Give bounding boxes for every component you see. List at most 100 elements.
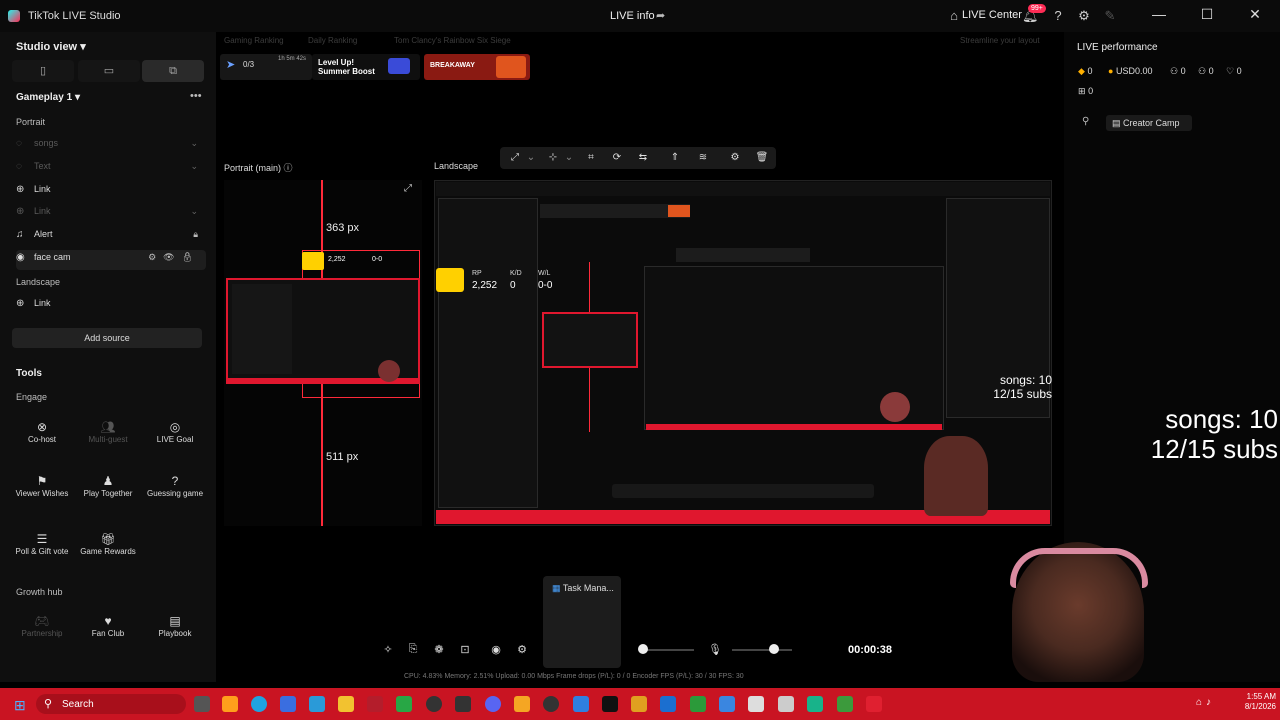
app-icon[interactable] [778, 696, 794, 712]
mic-volume-knob[interactable] [769, 644, 779, 654]
crop-icon[interactable]: ⌗ [584, 152, 598, 163]
scene-dropdown[interactable]: Gameplay 1 ▾ [16, 92, 80, 103]
add-source-button[interactable]: Add source [12, 328, 202, 348]
tool-play-together[interactable]: ♟ Play Together [78, 475, 138, 499]
view-portrait-button[interactable]: ▯ [12, 60, 74, 82]
share-icon[interactable]: ➦ [656, 9, 665, 22]
edge-icon[interactable] [251, 696, 267, 712]
layers-icon[interactable]: ≋ [696, 152, 710, 163]
taskbar-search[interactable] [36, 694, 186, 714]
chevron-down-icon[interactable]: ⌄ [190, 161, 198, 172]
live-info-title[interactable]: LIVE info [610, 10, 655, 22]
layer-up-icon[interactable]: ⇑ [668, 152, 682, 163]
source-link[interactable]: ⊕ Link [16, 184, 206, 204]
microphone-icon[interactable]: 🎙︎ [706, 643, 724, 656]
source-tools[interactable]: ⚙👁︎🔒︎ [148, 252, 200, 263]
tool-partnership[interactable]: 🎮︎ Partnership [12, 615, 72, 639]
mic-volume-slider[interactable] [732, 649, 792, 651]
category-game[interactable]: Tom Clancy's Rainbow Six Siege [394, 36, 511, 45]
adobe-icon[interactable] [367, 696, 383, 712]
brave-icon[interactable] [514, 696, 530, 712]
gear-icon[interactable]: ⚙ [1076, 8, 1092, 24]
windows-start-icon[interactable]: ⊞ [14, 697, 26, 714]
speaker-volume-knob[interactable] [638, 644, 648, 654]
settings-icon[interactable]: ⚙ [513, 643, 531, 656]
chevron-down-icon[interactable]: ⌄ [190, 206, 198, 217]
category-gaming-ranking[interactable]: Gaming Ranking [224, 36, 284, 45]
task-manager-title[interactable]: ▦ Task Mana... [552, 583, 614, 594]
chevron-down-icon: ▾ [80, 41, 86, 53]
tool-fan-club[interactable]: ♥ Fan Club [78, 615, 138, 639]
close-button[interactable]: ✕ [1240, 6, 1270, 23]
system-tray-icons[interactable]: ⌂♪ [1196, 697, 1215, 708]
app-icon[interactable] [660, 696, 676, 712]
record-icon[interactable]: ◉ [487, 643, 505, 656]
align-icon[interactable]: ⊹ [546, 152, 560, 163]
app-icon[interactable] [807, 696, 823, 712]
tool-guessing-game[interactable]: ? Guessing game [145, 475, 205, 499]
notepad-icon[interactable] [748, 696, 764, 712]
tool-game-rewards[interactable]: 🎁︎ Game Rewards [78, 533, 138, 557]
creator-camp-button[interactable]: ▤ Creator Camp [1106, 115, 1192, 131]
streamline-layout-link[interactable]: Streamline your layout [960, 36, 1040, 45]
app-icon[interactable] [426, 696, 442, 712]
trash-icon[interactable]: 🗑︎ [755, 152, 769, 163]
chrome-icon[interactable] [222, 696, 238, 712]
maximize-button[interactable]: ☐ [1192, 6, 1222, 23]
app-icon[interactable] [631, 696, 647, 712]
app-icon[interactable] [719, 696, 735, 712]
app-icon[interactable] [866, 696, 882, 712]
scene-label: Gameplay 1 [16, 92, 73, 103]
person-icon[interactable]: ⚲ [1082, 116, 1089, 127]
view-dual-button[interactable]: ⧉ [142, 60, 204, 82]
tool-poll[interactable]: ☰ Poll & Gift vote [12, 533, 72, 557]
magic-wand-icon[interactable]: ✧ [379, 643, 397, 656]
source-alert[interactable]: ♫ Alert 🔒︎ [16, 229, 206, 249]
minimize-button[interactable]: — [1144, 6, 1174, 22]
vs-code-icon[interactable] [280, 696, 296, 712]
screenshot-icon[interactable]: ⊡ [456, 643, 474, 656]
category-daily-ranking[interactable]: Daily Ranking [308, 36, 357, 45]
source-songs[interactable]: ◌ songs ⌄ [16, 138, 206, 158]
app-icon[interactable] [309, 696, 325, 712]
chevron-down-icon[interactable]: ⌄ [524, 152, 538, 163]
task-manager-taskbar-icon[interactable] [573, 696, 589, 712]
live-center-button[interactable]: LIVE Center [962, 9, 1022, 21]
studio-view-dropdown[interactable]: Studio view ▾ [16, 40, 86, 53]
task-view-icon[interactable] [194, 696, 210, 712]
rotate-icon[interactable]: ⟳ [610, 152, 624, 163]
nvidia-icon[interactable] [690, 696, 706, 712]
view-landscape-button[interactable]: ▭ [78, 60, 140, 82]
help-icon[interactable]: ? [1050, 8, 1066, 23]
obs-icon[interactable] [543, 696, 559, 712]
tool-live-goal[interactable]: ◎ LIVE Goal [145, 421, 205, 445]
tool-co-host[interactable]: ⊗ Co-host [12, 421, 72, 445]
taskbar-clock[interactable]: 1:55 AM 8/1/2026 [1232, 692, 1276, 712]
tool-playbook[interactable]: ▤ Playbook [145, 615, 205, 639]
excel-icon[interactable] [396, 696, 412, 712]
flip-icon[interactable]: ⇆ [636, 152, 650, 163]
discord-icon[interactable] [485, 696, 501, 712]
tool-viewer-wishes[interactable]: ⚑ Viewer Wishes [12, 475, 72, 499]
source-text[interactable]: ◌ Text ⌄ [16, 161, 206, 181]
fit-icon[interactable]: ⤢ [508, 152, 522, 163]
tiktok-icon[interactable] [602, 696, 618, 712]
speaker-volume-slider[interactable] [642, 649, 694, 651]
home-icon[interactable]: ⌂ [946, 8, 962, 23]
source-landscape-link[interactable]: ⊕ Link [16, 298, 206, 318]
tool-multi-guest[interactable]: 👥︎ Multi-guest [78, 421, 138, 445]
minecraft-icon[interactable] [837, 696, 853, 712]
calculator-icon[interactable] [455, 696, 471, 712]
settings-icon[interactable]: ⚙ [728, 152, 742, 163]
source-face-cam[interactable]: ◉ face cam ⚙👁︎🔒︎ [16, 250, 206, 270]
source-link-hidden[interactable]: ⊕ Link ⌄ [16, 206, 206, 226]
lock-icon[interactable]: 🔒︎ [193, 229, 198, 240]
more-icon[interactable]: ••• [190, 90, 202, 102]
effects-icon[interactable]: ❁ [430, 643, 448, 656]
wand-icon[interactable]: ✎ [1102, 8, 1118, 24]
expand-icon[interactable]: ⤢ [404, 183, 412, 194]
scene-switch-icon[interactable]: ⎘ [404, 643, 422, 656]
chevron-down-icon[interactable]: ⌄ [190, 138, 198, 149]
file-explorer-icon[interactable] [338, 696, 354, 712]
chevron-down-icon[interactable]: ⌄ [562, 152, 576, 163]
